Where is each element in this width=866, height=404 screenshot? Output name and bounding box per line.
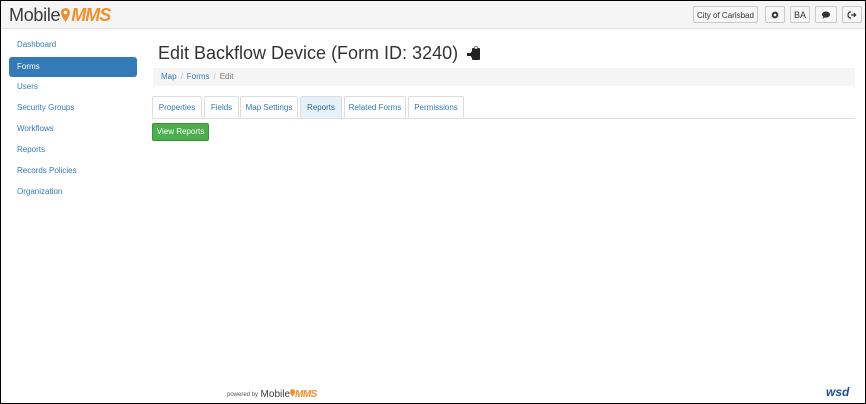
gear-icon <box>771 10 779 19</box>
logout-button[interactable] <box>842 6 862 23</box>
breadcrumb-current: Edit <box>219 72 234 81</box>
powered-by-logo: powered by Mobile MMS <box>227 389 317 400</box>
tab-reports[interactable]: Reports <box>300 96 342 118</box>
wsd-logo: wsd <box>826 385 850 399</box>
top-header: Mobile MMS City of Carlsbad BA <box>1 1 865 29</box>
user-menu-button[interactable]: BA <box>790 6 810 23</box>
comment-icon <box>821 11 831 19</box>
tab-fields[interactable]: Fields <box>204 96 239 118</box>
sidebar-nav: Dashboard Forms Users Security Groups Wo… <box>9 36 137 204</box>
footer-logo-mms: MMS <box>295 389 317 400</box>
organization-button[interactable]: City of Carlsbad <box>693 6 758 23</box>
sidebar-item-records-policies[interactable]: Records Policies <box>9 162 137 182</box>
form-tabs: Properties Fields Map Settings Reports R… <box>152 96 855 119</box>
clipboard-arrow-icon[interactable] <box>467 45 481 66</box>
mobile-mms-logo[interactable]: Mobile MMS <box>9 5 111 25</box>
sign-out-icon <box>847 10 857 19</box>
view-reports-button[interactable]: View Reports <box>152 123 209 141</box>
tab-map-settings[interactable]: Map Settings <box>240 96 298 118</box>
footer-logo-mobile: Mobile <box>260 389 291 400</box>
settings-button[interactable] <box>765 6 785 23</box>
breadcrumb-forms[interactable]: Forms <box>187 72 210 81</box>
tab-related-forms[interactable]: Related Forms <box>344 96 406 118</box>
breadcrumb-separator: / <box>213 72 216 81</box>
powered-by-text: powered by <box>227 392 259 398</box>
breadcrumb: Map / Forms / Edit <box>153 68 855 86</box>
sidebar-item-users[interactable]: Users <box>9 78 137 98</box>
sidebar-item-dashboard[interactable]: Dashboard <box>9 36 137 56</box>
sidebar-item-reports[interactable]: Reports <box>9 141 137 161</box>
sidebar-item-organization[interactable]: Organization <box>9 183 137 203</box>
messages-button[interactable] <box>815 6 837 23</box>
page-title-text: Edit Backflow Device (Form ID: 3240) <box>158 43 459 63</box>
sidebar-item-forms[interactable]: Forms <box>9 57 137 77</box>
sidebar-item-security-groups[interactable]: Security Groups <box>9 99 137 119</box>
logo-text-mobile: Mobile <box>9 5 61 25</box>
sidebar-item-workflows[interactable]: Workflows <box>9 120 137 140</box>
tab-permissions[interactable]: Permissions <box>408 96 464 118</box>
breadcrumb-separator: / <box>180 72 183 81</box>
map-pin-icon <box>61 6 71 22</box>
tab-properties[interactable]: Properties <box>152 96 202 118</box>
page-title: Edit Backflow Device (Form ID: 3240) <box>158 43 481 66</box>
logo-text-mms: MMS <box>71 5 111 25</box>
breadcrumb-map[interactable]: Map <box>161 72 177 81</box>
